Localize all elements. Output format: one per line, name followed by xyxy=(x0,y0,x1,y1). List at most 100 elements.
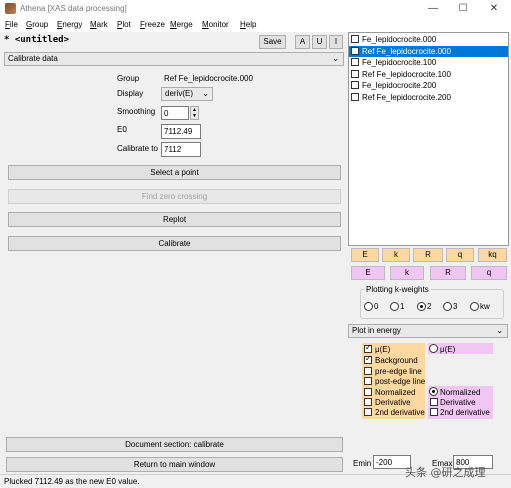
plot-k-button[interactable]: k xyxy=(382,248,410,262)
group-checkbox[interactable] xyxy=(351,81,359,89)
find-zero-crossing-button[interactable]: Find zero crossing xyxy=(8,189,341,204)
group-name: Ref Fe_lepidocrocite.200 xyxy=(362,92,451,102)
watermark: 头条 @研之成理 xyxy=(405,466,486,479)
normalized-label: Normalized xyxy=(375,388,416,397)
menu-merge[interactable]: Merge xyxy=(170,20,193,29)
replot-button[interactable]: Replot xyxy=(8,212,341,227)
menu-freeze[interactable]: Freeze xyxy=(140,20,165,29)
background-label: Background xyxy=(375,356,418,365)
group-list-item[interactable]: Ref Fe_lepidocrocite.000 xyxy=(349,45,508,57)
plot-space-value: Plot in energy xyxy=(352,326,401,335)
save-button[interactable]: Save xyxy=(259,35,286,49)
spin-down-icon[interactable]: ▼ xyxy=(191,113,198,119)
normalized-checkbox[interactable] xyxy=(364,388,372,396)
marked-mu-label: μ(E) xyxy=(440,345,456,354)
kw-radio-2[interactable] xyxy=(417,302,426,311)
kw-label-1: 1 xyxy=(400,302,405,311)
marked-derivative-checkbox[interactable] xyxy=(430,398,438,406)
plot-kq-button[interactable]: kq xyxy=(478,248,507,262)
menu-group[interactable]: Group xyxy=(26,20,48,29)
kw-radio-kw[interactable] xyxy=(470,302,479,311)
window-title: Athena [XAS data processing] xyxy=(20,4,127,13)
display-select[interactable]: deriv(E) ⌄ xyxy=(161,87,213,101)
smoothing-input[interactable]: 0 xyxy=(161,106,189,120)
marked-second-derivative-checkbox[interactable] xyxy=(430,408,438,416)
kw-label-kw: kw xyxy=(480,302,490,311)
group-checkbox[interactable] xyxy=(351,35,359,43)
app-icon xyxy=(5,3,16,14)
group-name: Fe_lepidocrocite.200 xyxy=(362,81,437,90)
kw-radio-0[interactable] xyxy=(364,302,373,311)
menu-monitor[interactable]: Monitor xyxy=(202,20,229,29)
menu-help[interactable]: Help xyxy=(240,20,256,29)
post-edge-checkbox[interactable] xyxy=(364,377,372,385)
group-list-item[interactable]: Fe_lepidocrocite.000 xyxy=(349,34,508,45)
document-section-button[interactable]: Document section: calibrate xyxy=(6,437,343,452)
marked-second-derivative-label: 2nd derivative xyxy=(440,408,490,417)
kw-radio-1[interactable] xyxy=(390,302,399,311)
calibrate-to-input[interactable]: 7112 xyxy=(161,142,201,157)
group-name: Fe_lepidocrocite.000 xyxy=(362,35,437,44)
plot-marked-r-button[interactable]: R xyxy=(430,266,466,280)
group-label: Group xyxy=(117,74,140,83)
project-name: * <untitled> xyxy=(4,35,70,45)
second-derivative-checkbox[interactable] xyxy=(364,408,372,416)
kw-label-2: 2 xyxy=(427,302,432,311)
marked-derivative-label: Derivative xyxy=(440,398,476,407)
group-list-item[interactable]: Fe_lepidocrocite.100 xyxy=(349,57,508,68)
plot-marked-q-button[interactable]: q xyxy=(471,266,507,280)
mu-checkbox[interactable] xyxy=(364,343,372,353)
mu-label: μ(E) xyxy=(375,345,391,354)
post-edge-label: post-edge line xyxy=(375,377,426,386)
group-checkbox[interactable] xyxy=(351,58,359,66)
plot-e-button[interactable]: E xyxy=(351,248,379,262)
calibrate-button[interactable]: Calibrate xyxy=(8,236,341,251)
main-mode-select[interactable]: Calibrate data ⌄ xyxy=(4,52,344,66)
group-checkbox[interactable] xyxy=(351,69,359,78)
main-mode-value: Calibrate data xyxy=(8,54,58,63)
kweights-title: Plotting k-weights xyxy=(364,285,431,294)
group-name: Ref Fe_lepidocrocite.100 xyxy=(362,69,451,79)
derivative-checkbox[interactable] xyxy=(364,398,372,406)
group-list-item[interactable]: Fe_lepidocrocite.200 xyxy=(349,80,508,91)
i-button[interactable]: I xyxy=(329,35,343,49)
close-button[interactable]: ✕ xyxy=(487,2,501,16)
plot-marked-e-button[interactable]: E xyxy=(351,266,385,280)
derivative-label: Derivative xyxy=(375,398,411,407)
plot-q-button[interactable]: q xyxy=(446,248,474,262)
marked-mu-radio[interactable] xyxy=(429,344,438,353)
return-main-button[interactable]: Return to main window xyxy=(6,457,343,472)
chevron-down-icon: ⌄ xyxy=(332,54,339,63)
kw-radio-3[interactable] xyxy=(443,302,452,311)
kw-label-0: 0 xyxy=(374,302,379,311)
group-checkbox[interactable] xyxy=(351,92,359,101)
menu-mark[interactable]: Mark xyxy=(90,20,108,29)
group-list-item[interactable]: Ref Fe_lepidocrocite.100 xyxy=(349,69,508,80)
group-name: Ref Fe_lepidocrocite.000 xyxy=(362,46,451,56)
background-checkbox[interactable] xyxy=(364,354,372,364)
menu-energy[interactable]: Energy xyxy=(57,20,82,29)
select-point-button[interactable]: Select a point xyxy=(8,165,341,180)
maximize-button[interactable]: ☐ xyxy=(456,2,470,16)
display-label: Display xyxy=(117,89,144,98)
chevron-down-icon: ⌄ xyxy=(202,89,209,98)
marked-normalized-radio[interactable] xyxy=(429,387,438,396)
u-button[interactable]: U xyxy=(312,35,327,49)
plot-r-button[interactable]: R xyxy=(413,248,443,262)
pre-edge-label: pre-edge line xyxy=(375,367,422,376)
pre-edge-checkbox[interactable] xyxy=(364,367,372,375)
status-text: Plucked 7112.49 as the new E0 value. xyxy=(4,477,140,486)
menu-file[interactable]: File xyxy=(5,20,18,29)
minimize-button[interactable]: — xyxy=(426,2,440,16)
smoothing-spinner[interactable]: ▲ ▼ xyxy=(190,106,199,120)
group-name: Fe_lepidocrocite.100 xyxy=(362,58,437,67)
chevron-down-icon: ⌄ xyxy=(496,326,503,335)
plot-marked-k-button[interactable]: k xyxy=(390,266,424,280)
e0-input[interactable]: 7112.49 xyxy=(161,124,201,139)
plot-space-select[interactable]: Plot in energy ⌄ xyxy=(348,324,508,338)
group-list-item[interactable]: Ref Fe_lepidocrocite.200 xyxy=(349,92,508,103)
a-button[interactable]: A xyxy=(295,35,310,49)
group-checkbox[interactable] xyxy=(351,46,359,55)
menu-plot[interactable]: Plot xyxy=(117,20,131,29)
calibrate-to-label: Calibrate to xyxy=(117,144,158,153)
